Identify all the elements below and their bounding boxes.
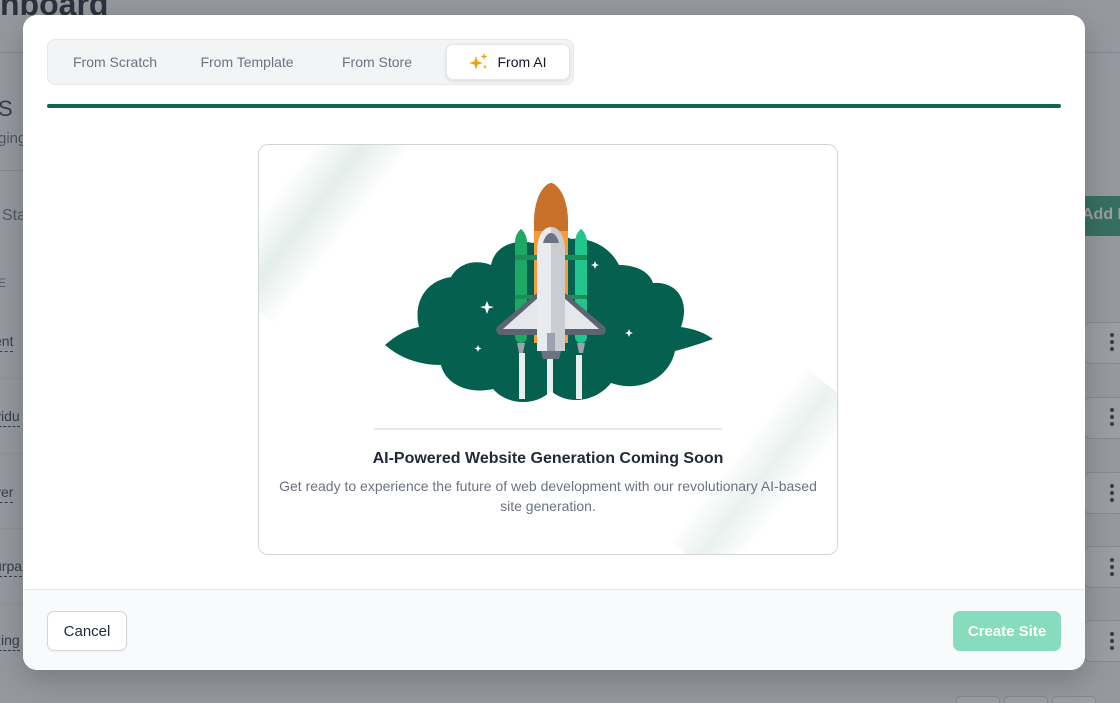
tab-label: From Template bbox=[200, 54, 294, 70]
tab-label: From Store bbox=[341, 54, 412, 70]
modal-footer: Cancel Create Site bbox=[23, 589, 1085, 670]
rocket-launch-illustration bbox=[379, 183, 719, 413]
coming-soon-card: AI-Powered Website Generation Coming Soo… bbox=[258, 144, 838, 555]
create-site-modal: From Scratch From Template From Store Fr… bbox=[23, 15, 1085, 670]
tab-label: From AI bbox=[497, 54, 547, 70]
card-divider bbox=[374, 428, 722, 430]
tab-from-template[interactable]: From Template bbox=[182, 44, 312, 80]
tab-from-scratch[interactable]: From Scratch bbox=[56, 44, 174, 80]
coming-soon-description: Get ready to experience the future of we… bbox=[279, 478, 817, 514]
cancel-button[interactable]: Cancel bbox=[47, 611, 127, 651]
sparkle-icon bbox=[469, 52, 489, 72]
tab-label: From Scratch bbox=[72, 54, 157, 70]
step-progress-bar bbox=[47, 104, 1061, 108]
tab-from-ai[interactable]: From AI bbox=[446, 44, 570, 80]
tab-from-store[interactable]: From Store bbox=[320, 44, 434, 80]
source-tabs: From Scratch From Template From Store Fr… bbox=[47, 39, 574, 85]
create-site-button[interactable]: Create Site bbox=[953, 611, 1061, 651]
coming-soon-title: AI-Powered Website Generation Coming Soo… bbox=[372, 450, 724, 467]
